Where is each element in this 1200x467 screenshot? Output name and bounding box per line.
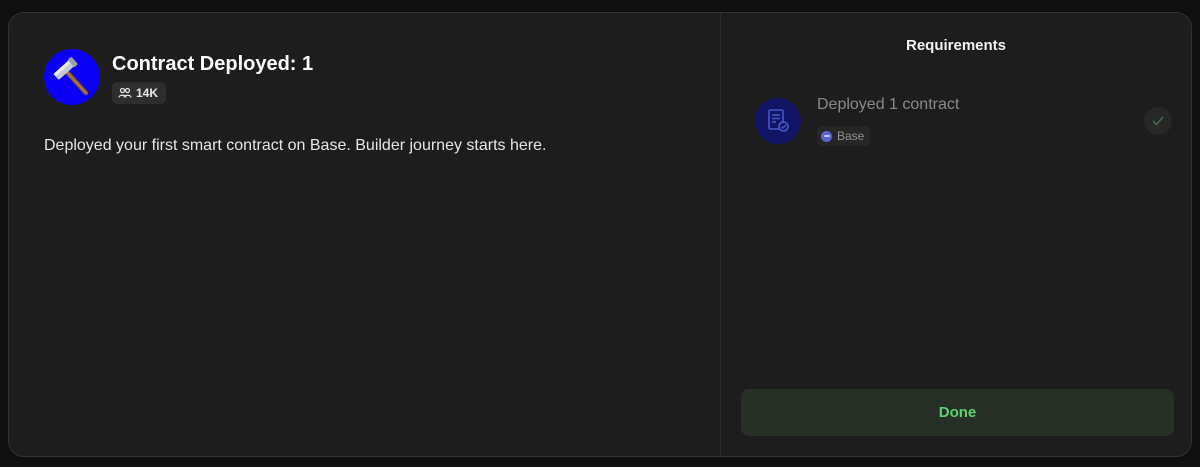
requirements-header: Requirements xyxy=(905,37,1007,54)
users-icon xyxy=(118,87,132,98)
achievement-modal: Contract Deployed: 1 14K Deployed your f… xyxy=(8,12,1192,457)
achievement-badge xyxy=(44,49,100,105)
hammer-icon xyxy=(53,56,89,96)
achievement-title: Contract Deployed: 1 xyxy=(112,53,314,75)
requirement-label: Deployed 1 contract xyxy=(817,96,960,113)
checkmark-icon xyxy=(1152,116,1164,126)
achievement-description: Deployed your first smart contract on Ba… xyxy=(44,137,547,154)
done-button[interactable]: Done xyxy=(741,389,1174,436)
achievement-details-panel: Contract Deployed: 1 14K Deployed your f… xyxy=(9,13,720,456)
holders-count-badge: 14K xyxy=(112,82,167,104)
chain-label: Base xyxy=(837,129,865,143)
requirement-complete-indicator xyxy=(1144,107,1172,135)
chain-badge: Base xyxy=(817,126,871,146)
requirements-panel: Requirements Deployed 1 contract Base Do… xyxy=(720,13,1191,456)
requirement-item: Deployed 1 contract Base xyxy=(755,96,1172,158)
contract-document-icon xyxy=(768,109,789,132)
requirement-icon-wrapper xyxy=(755,98,801,144)
base-chain-icon xyxy=(821,130,832,142)
holders-count: 14K xyxy=(136,86,159,100)
